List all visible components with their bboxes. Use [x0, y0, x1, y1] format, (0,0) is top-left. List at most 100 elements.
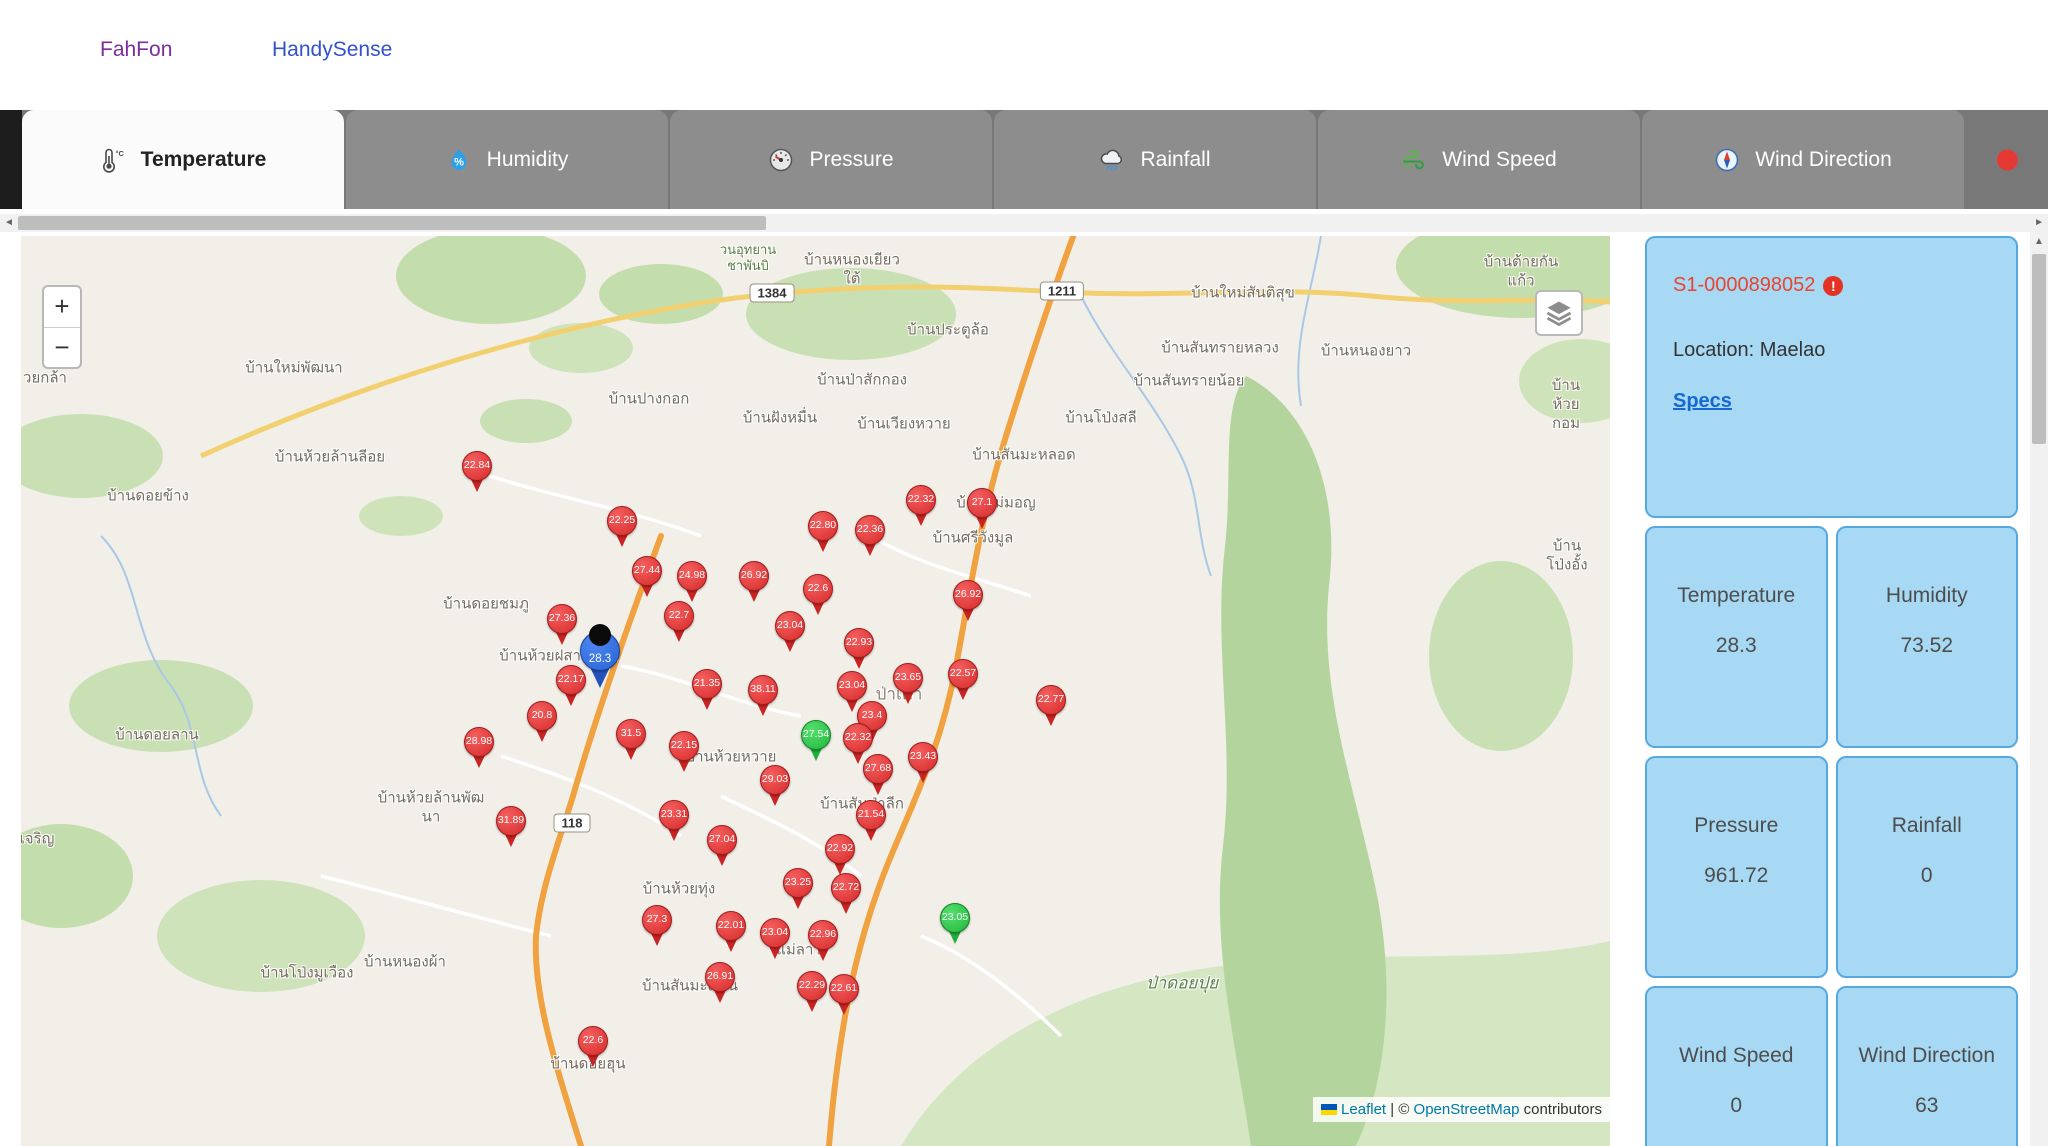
- marker-value: 22.6: [577, 1034, 609, 1046]
- rain-cloud-icon: [1099, 147, 1125, 173]
- attribution-separator: | ©: [1386, 1101, 1413, 1118]
- station-location: Location: Maelao: [1673, 339, 1990, 362]
- tab-label: Pressure: [809, 148, 893, 172]
- status-indicator-dot: [1997, 149, 2018, 170]
- specs-link[interactable]: Specs: [1673, 390, 1732, 413]
- tab-label: Rainfall: [1140, 148, 1210, 172]
- scroll-left-arrow-icon[interactable]: ◄: [4, 217, 14, 228]
- horizontal-scrollbar-thumb[interactable]: [18, 216, 766, 230]
- marker-value: 38.11: [747, 683, 779, 695]
- horizontal-scrollbar[interactable]: ◄ ►: [0, 214, 2048, 232]
- alert-icon: !: [1823, 276, 1843, 296]
- marker-value: 28.98: [463, 735, 495, 747]
- humidity-drop-icon: %: [446, 147, 472, 173]
- leaflet-map[interactable]: วนอุทยาน ชาพันบิบ้านหนองเยียว ใต้บ้านใหม…: [21, 236, 1610, 1146]
- marker-value: 27.3: [641, 913, 673, 925]
- metric-value: 961.72: [1704, 864, 1768, 888]
- zoom-in-button[interactable]: +: [44, 287, 80, 327]
- tab-wind_direction[interactable]: Wind Direction: [1642, 110, 1964, 209]
- station-id-row: S1-0000898052 !: [1673, 274, 1990, 297]
- marker-value: 27.68: [862, 762, 894, 774]
- marker-value: 27.04: [706, 833, 738, 845]
- metric-label: Wind Direction: [1858, 1044, 1995, 1068]
- brand-handysense-link[interactable]: HandySense: [272, 38, 392, 62]
- scroll-up-arrow-icon[interactable]: ▲: [2034, 236, 2044, 247]
- metric-card-temperature: Temperature28.3: [1645, 526, 1828, 748]
- marker-value: 22.29: [796, 979, 828, 991]
- marker-value: 27.44: [631, 564, 663, 576]
- map-attribution: Leaflet | © OpenStreetMap contributors: [1313, 1097, 1610, 1122]
- tab-label: Humidity: [487, 148, 569, 172]
- metric-card-pressure: Pressure 961.72: [1645, 756, 1828, 978]
- tab-label: Wind Speed: [1442, 148, 1556, 172]
- marker-value: 22.72: [830, 881, 862, 893]
- marker-value: 24.98: [676, 569, 708, 581]
- marker-value: 22.7: [663, 609, 695, 621]
- marker-value: 22.32: [905, 493, 937, 505]
- metric-value: 0: [1730, 1094, 1742, 1118]
- marker-value: 23.04: [836, 679, 868, 691]
- marker-value: 23.31: [658, 808, 690, 820]
- marker-value: 22.80: [807, 519, 839, 531]
- marker-value: 21.54: [855, 808, 887, 820]
- tab-pressure[interactable]: Pressure: [670, 110, 992, 209]
- layers-icon: [1544, 298, 1574, 328]
- marker-value: 23.65: [892, 671, 924, 683]
- thermometer-icon: °C: [100, 147, 126, 173]
- marker-value: 27.1: [966, 496, 998, 508]
- layers-control[interactable]: [1535, 290, 1583, 336]
- marker-value: 22.01: [715, 919, 747, 931]
- marker-value: 22.61: [828, 982, 860, 994]
- metric-value: 0: [1921, 864, 1933, 888]
- metric-card-rainfall: Rainfall0: [1836, 756, 2019, 978]
- marker-value: 22.57: [947, 667, 979, 679]
- marker-value: 27.36: [546, 612, 578, 624]
- marker-value: 21.35: [691, 677, 723, 689]
- marker-value: 23.05: [939, 911, 971, 923]
- marker-value: 22.77: [1035, 693, 1067, 705]
- marker-value: 23.04: [759, 926, 791, 938]
- leaflet-link[interactable]: Leaflet: [1341, 1101, 1386, 1118]
- wind-icon: [1401, 147, 1427, 173]
- marker-value: 31.89: [495, 814, 527, 826]
- marker-value: 22.93: [843, 636, 875, 648]
- marker-value: 22.36: [854, 523, 886, 535]
- scroll-right-arrow-icon[interactable]: ►: [2034, 217, 2044, 228]
- tab-wind_speed[interactable]: Wind Speed: [1318, 110, 1640, 209]
- metric-card-wind_direction: Wind Direction63: [1836, 986, 2019, 1146]
- zoom-control: + −: [42, 285, 82, 369]
- marker-value: 22.17: [555, 673, 587, 685]
- marker-value: 23.04: [774, 619, 806, 631]
- tab-rainfall[interactable]: Rainfall: [994, 110, 1316, 209]
- vertical-scrollbar-thumb[interactable]: [2032, 254, 2046, 444]
- metric-card-wind_speed: Wind Speed 0: [1645, 986, 1828, 1146]
- vertical-scrollbar[interactable]: ▲: [2030, 232, 2048, 1146]
- svg-text:°C: °C: [115, 149, 124, 158]
- zoom-out-button[interactable]: −: [44, 327, 80, 367]
- openstreetmap-link[interactable]: OpenStreetMap: [1414, 1101, 1520, 1118]
- marker-value: 22.92: [824, 842, 856, 854]
- metric-value: 28.3: [1716, 634, 1757, 658]
- marker-value: 26.92: [952, 588, 984, 600]
- station-panel: S1-0000898052 ! Location: Maelao Specs T…: [1645, 236, 2018, 1146]
- metric-label: Wind Speed: [1679, 1044, 1793, 1068]
- marker-value: 22.25: [606, 514, 638, 526]
- marker-value: 22.84: [461, 459, 493, 471]
- marker-value: 23.25: [782, 876, 814, 888]
- metric-card-humidity: Humidity73.52: [1836, 526, 2019, 748]
- metric-label: Pressure: [1694, 814, 1778, 838]
- marker-value: 20.8: [526, 709, 558, 721]
- tab-temperature[interactable]: °C Temperature: [22, 110, 344, 209]
- marker-value: 23.43: [907, 750, 939, 762]
- compass-icon: [1714, 147, 1740, 173]
- svg-text:%: %: [454, 156, 464, 168]
- tab-humidity[interactable]: % Humidity: [346, 110, 668, 209]
- marker-value: 29.03: [759, 773, 791, 785]
- metric-grid: Temperature28.3Humidity73.52 Pressure 961.…: [1645, 526, 2018, 1146]
- app: FahFon HandySense °C Temperature% Humidity…: [0, 0, 2048, 1146]
- marker-value: 22.32: [842, 731, 874, 743]
- marker-value: 22.15: [668, 739, 700, 751]
- tab-label: Temperature: [141, 148, 267, 172]
- brand-fahfon-link[interactable]: FahFon: [100, 38, 172, 62]
- ukraine-flag-icon: [1321, 1104, 1337, 1115]
